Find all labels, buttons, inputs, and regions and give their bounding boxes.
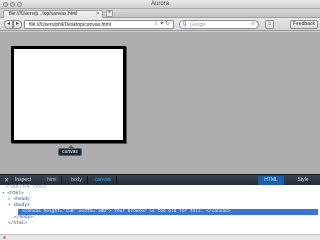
breadcrumb-body[interactable]: body — [66, 176, 88, 184]
devtools-markup-panel: <!DOCTYPE html> ▾ <html> ▸ <head> ▾ <bod… — [0, 185, 320, 240]
search-placeholder: Google — [190, 22, 207, 28]
tab-strip: file:///Users/p...top/canvas.html ✕ + — [0, 9, 320, 18]
search-icon[interactable]: ⌕ — [252, 21, 255, 28]
canvas-tooltip: canvas — [58, 145, 82, 156]
markup-doctype[interactable]: <!DOCTYPE html> — [6, 185, 47, 190]
tab-style[interactable]: Style — [290, 176, 316, 185]
markup-head[interactable]: ▸ <head> — [8, 197, 30, 202]
feedback-button[interactable]: Feedback — [290, 20, 318, 29]
inspect-button[interactable]: Inspect — [13, 176, 33, 184]
url-text: file:///Users/phil/Desktop/canvas.html — [29, 22, 111, 28]
breadcrumb-html[interactable]: html — [42, 176, 63, 184]
page-content: canvas — [0, 32, 320, 174]
navigation-toolbar: ◂ ▸ file:///Users/phil/Desktop/canvas.ht… — [0, 18, 320, 31]
google-icon[interactable]: g — [183, 21, 186, 28]
markup-body-open[interactable]: ▾ <body> — [8, 203, 30, 208]
window-title: Aurora — [150, 1, 169, 7]
new-tab-button[interactable]: + — [106, 10, 113, 17]
reload-icon[interactable]: ☆ ▾ ↻ — [153, 21, 170, 28]
close-devtools-icon[interactable]: ✕ — [4, 177, 9, 184]
error-icon[interactable]: ⊗ — [3, 235, 6, 240]
search-bar[interactable]: g Google ⌕ — [179, 20, 259, 29]
breadcrumb-canvas[interactable]: canvas — [90, 176, 117, 184]
markup-html-close[interactable]: </html> — [8, 221, 27, 226]
markup-canvas-selected[interactable]: <canvas height="150" width="300"> Your b… — [18, 209, 318, 215]
markup-body-close[interactable]: </body> — [14, 215, 33, 220]
tab-label: file:///Users/p...top/canvas.html — [9, 11, 78, 17]
canvas-element[interactable] — [11, 46, 126, 143]
devtools-toolbar: ✕ Inspect html body canvas HTML Style — [0, 174, 320, 185]
back-button[interactable]: ◂ — [4, 20, 13, 29]
status-bar: ⊗ — [0, 234, 320, 240]
tab-html[interactable]: HTML — [258, 176, 284, 185]
home-button[interactable]: ⌂ — [265, 20, 274, 29]
url-bar[interactable]: file:///Users/phil/Desktop/canvas.html ☆… — [24, 20, 174, 29]
tab-canvas[interactable]: file:///Users/p...top/canvas.html ✕ — [3, 10, 103, 18]
window-titlebar: Aurora — [0, 0, 320, 9]
tab-close-icon[interactable]: ✕ — [96, 11, 100, 17]
forward-button[interactable]: ▸ — [13, 20, 22, 29]
markup-html-open[interactable]: ▾ <html> — [2, 191, 24, 196]
